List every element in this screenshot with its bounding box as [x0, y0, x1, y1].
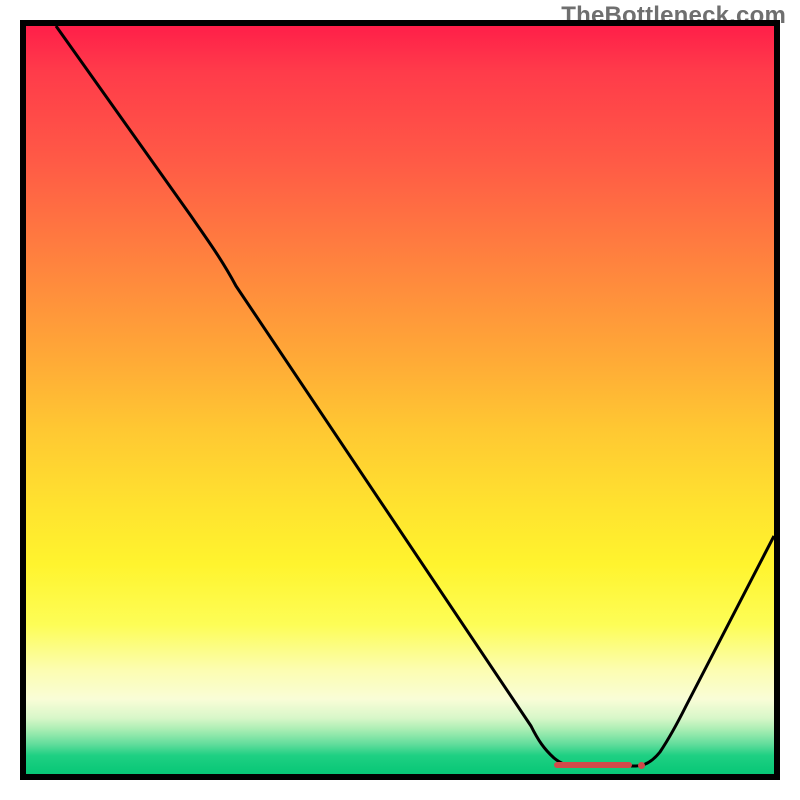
chart-container: TheBottleneck.com: [0, 0, 800, 800]
plot-area: [20, 20, 780, 780]
bottleneck-curve: [26, 26, 774, 774]
optimal-range-marker: [554, 762, 632, 768]
optimal-range-end-dot: [638, 762, 645, 769]
